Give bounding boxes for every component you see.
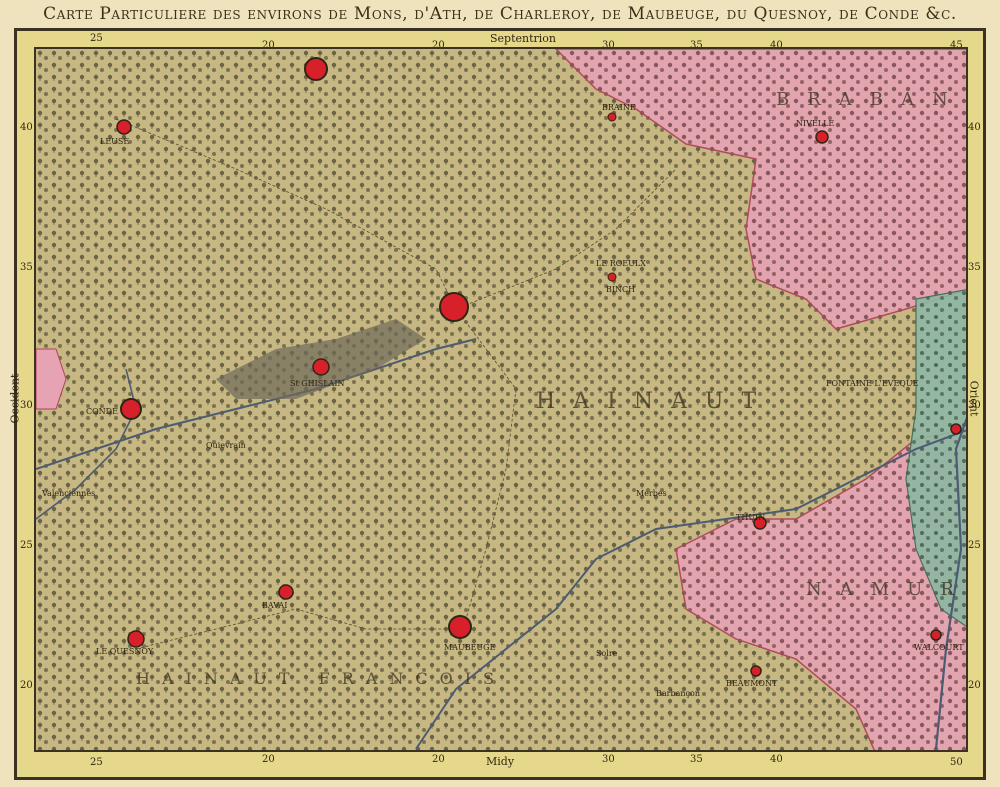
bottom-tick-0: 25 [90,757,103,768]
region-hainaut: HAINAUT [536,389,775,414]
region-hainaut-francois: HAINAUT FRANCOIS [136,669,506,688]
right-tick-1: 35 [968,262,981,273]
place-st-ghislain[interactable]: St GHISLAIN [290,379,345,388]
fortress-bavai [278,584,294,600]
right-tick-0: 40 [968,122,981,133]
place-beaumont[interactable]: BEAUMONT [726,679,777,688]
region-brabant: BRABANT [776,89,966,110]
bottom-tick-6: 50 [950,757,963,768]
fortress-east [950,423,962,435]
map-canvas[interactable]: HAINAUT BRABANT NAMUR HAINAUT FRANCOIS M… [34,47,968,752]
place-leuse[interactable]: LEUSE [100,137,129,146]
place-le-quesnoy[interactable]: LE QUESNOY [96,647,153,656]
bottom-tick-5: 40 [770,754,783,765]
fortress-braine [607,112,617,122]
place-barbancon[interactable]: Barbançon [656,689,700,698]
fortress-conde [120,398,142,420]
south-label: Midy [486,755,515,768]
place-conde[interactable]: CONDE [86,407,118,416]
fortress-leuse [116,119,132,135]
bottom-tick-3: 30 [602,754,615,765]
place-nivelle[interactable]: NIVELLE [796,119,834,128]
left-tick-1: 35 [20,262,33,273]
left-tick-3: 25 [20,540,33,551]
top-tick-0: 25 [90,33,103,44]
fortress-st-ghislain [312,358,330,376]
west-label: Occident [8,373,22,424]
fortress-walcourt [930,629,942,641]
map-title: Carte Particuliere des environs de Mons,… [43,4,957,24]
bottom-tick-1: 20 [262,754,275,765]
place-binch[interactable]: BINCH [606,285,635,294]
left-tick-0: 40 [20,122,33,133]
place-bavai[interactable]: BAVAI [262,601,287,610]
place-thuin[interactable]: THUIN [736,513,765,522]
place-fontaine-leveque[interactable]: FONTAINE L'EVEQUE [826,379,918,388]
east-label: Orient [967,380,981,417]
place-walcourt[interactable]: WALCOURT [914,643,964,652]
right-tick-3: 25 [968,540,981,551]
fortress-binch [607,272,617,282]
left-tick-2: 30 [20,400,33,411]
fortress-maubeuge [448,615,472,639]
fortress-mons [439,292,469,322]
bottom-tick-2: 20 [432,754,445,765]
region-namur: NAMUR [806,579,968,600]
place-le-roeulx[interactable]: LE ROEULX [596,259,646,268]
place-braine[interactable]: BRAINE [602,103,636,112]
right-tick-2: 30 [968,400,981,411]
fortress-nivelle [815,130,829,144]
fortress-beaumont [750,665,762,677]
right-tick-4: 20 [968,680,981,691]
fortress-ath [304,57,328,81]
left-tick-4: 20 [20,680,33,691]
bottom-tick-4: 35 [690,754,703,765]
place-quievrain[interactable]: Quievrain [206,441,246,450]
map-drawing [36,49,966,750]
place-solre[interactable]: Solre [596,649,617,658]
north-label: Septentrion [490,32,557,45]
place-valenciennes[interactable]: Valenciennes [42,489,95,498]
fortress-quesnoy [127,630,145,648]
place-merbes[interactable]: Merbes [636,489,667,498]
place-maubeuge[interactable]: MAUBEUGE [444,643,495,652]
